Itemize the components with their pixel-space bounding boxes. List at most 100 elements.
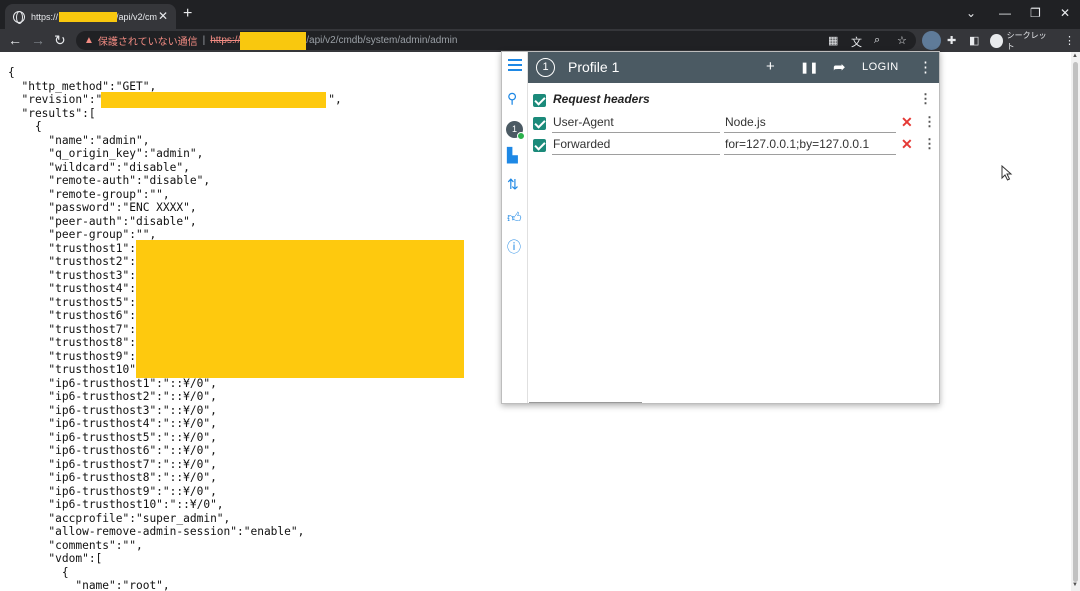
json-line: "ip6-trusthost9":"::¥/0",: [8, 484, 217, 498]
json-line: {: [8, 565, 69, 579]
json-line: "ip6-trusthost2":"::¥/0",: [8, 390, 217, 403]
trusthost-redaction-block: [136, 240, 464, 378]
header-value-field[interactable]: for=127.0.0.1;by=127.0.0.1: [725, 137, 869, 151]
json-line: "http_method":"GET",: [8, 79, 157, 93]
share-button[interactable]: ➦: [833, 58, 846, 76]
sort-icon[interactable]: ⇅: [507, 176, 519, 193]
header-value-field[interactable]: Node.js: [725, 115, 766, 129]
header-row-menu-icon[interactable]: ⋮: [923, 136, 936, 152]
json-line: "results":[: [8, 106, 96, 120]
close-window-button[interactable]: ✕: [1060, 6, 1070, 20]
json-line: "name":"root",: [8, 579, 170, 591]
login-button[interactable]: LOGIN: [862, 61, 899, 73]
not-secure-label[interactable]: 保護されていない通信: [98, 33, 198, 48]
thumbs-up-icon[interactable]: 👍︎: [507, 209, 522, 226]
json-line: "remote-auth":"disable",: [8, 174, 211, 187]
json-line: "name":"admin",: [8, 133, 150, 147]
url-path: /api/v2/cmdb/system/admin/admin: [306, 35, 458, 46]
hamburger-menu-icon[interactable]: [508, 59, 522, 74]
side-panel-icon[interactable]: ◧: [969, 34, 979, 47]
url-scheme: https://: [210, 35, 241, 46]
header-name-field[interactable]: User-Agent: [553, 115, 614, 129]
address-bar[interactable]: ▲ 保護されていない通信 | https:// /api/v2/cmdb/sys…: [76, 31, 916, 50]
header-name-field[interactable]: Forwarded: [553, 137, 610, 151]
json-line: "ip6-trusthost7":"::¥/0",: [8, 457, 217, 471]
json-line: "q_origin_key":"admin",: [8, 147, 204, 160]
value-underline: [724, 132, 896, 133]
reload-icon[interactable]: ↻: [54, 32, 66, 49]
json-line: "allow-remove-admin-session":"enable",: [8, 525, 305, 538]
browser-toolbar: ← → ↻ ▲ 保護されていない通信 | https:// /api/v2/cm…: [0, 29, 1080, 52]
json-line: "password":"ENC XXXX",: [8, 201, 197, 214]
section-title: Request headers: [553, 92, 650, 106]
json-line: "ip6-trusthost4":"::¥/0",: [8, 417, 217, 430]
tab-strip: https:///api/v2/cm ✕ + ⌄ — ❐ ✕: [0, 0, 1080, 29]
request-headers-checkbox[interactable]: [533, 94, 546, 107]
tab-search-icon[interactable]: ⌄: [966, 6, 976, 20]
add-modification-icon[interactable]: ▙: [507, 147, 518, 164]
json-line: "ip6-trusthost8":"::¥/0",: [8, 471, 217, 484]
json-line: "ip6-trusthost1":"::¥/0",: [8, 376, 217, 390]
redaction-block: [240, 31, 307, 50]
search-icon[interactable]: ⚲: [507, 90, 517, 107]
mouse-pointer-icon: [1001, 165, 1013, 181]
scroll-up-arrow-icon[interactable]: ▲: [1072, 53, 1078, 59]
modheader-extension-icon[interactable]: [922, 31, 941, 50]
profile-name[interactable]: Profile 1: [568, 59, 619, 75]
json-line: "ip6-trusthost6":"::¥/0",: [8, 444, 217, 457]
incognito-label: シークレット: [1006, 30, 1047, 51]
address-separator: |: [202, 35, 206, 46]
warning-icon: ▲: [84, 35, 94, 46]
revision-redaction-block: [101, 92, 326, 108]
json-line: "ip6-trusthost3":"::¥/0",: [8, 403, 217, 417]
bookmark-star-icon[interactable]: ☆: [897, 34, 907, 47]
json-line: "ip6-trusthost5":"::¥/0",: [8, 430, 217, 444]
json-line: {: [8, 66, 15, 79]
value-underline: [724, 154, 896, 155]
header-row-checkbox[interactable]: [533, 117, 546, 130]
popup-header: 1 Profile 1 + ❚❚ ➦ LOGIN ⋮: [528, 52, 939, 83]
translate-icon[interactable]: 文: [851, 34, 862, 50]
tab-close-icon[interactable]: ✕: [158, 9, 168, 23]
scrollbar-thumb[interactable]: [1073, 62, 1078, 582]
json-line: "accprofile":"super_admin",: [8, 511, 231, 525]
header-row-menu-icon[interactable]: ⋮: [923, 114, 936, 130]
extensions-puzzle-icon[interactable]: ✚: [947, 34, 956, 47]
incognito-avatar-icon: [990, 33, 1003, 48]
redaction-block: [59, 11, 117, 22]
incognito-profile-chip[interactable]: シークレット: [990, 30, 1050, 51]
qr-code-icon[interactable]: ▦: [828, 34, 838, 47]
pause-button[interactable]: ❚❚: [800, 61, 818, 74]
zoom-icon[interactable]: ⌕: [874, 34, 880, 47]
json-line: "remote-group":"",: [8, 187, 170, 201]
globe-icon: [13, 10, 25, 24]
add-button[interactable]: +: [766, 58, 775, 75]
scroll-down-arrow-icon[interactable]: ▼: [1072, 582, 1078, 588]
new-tab-button[interactable]: +: [183, 5, 192, 23]
popup-sidebar: ⚲ 1 ▙ ⇅ 👍︎ ⓘ: [502, 52, 528, 403]
forward-arrow-icon[interactable]: →: [31, 32, 45, 48]
json-line: "wildcard":"disable",: [8, 160, 190, 174]
json-line: "comments":"",: [8, 538, 143, 552]
restore-button[interactable]: ❐: [1030, 6, 1041, 20]
active-check-icon: [517, 132, 525, 140]
json-line: "vdom":[: [8, 552, 103, 565]
json-line: {: [8, 120, 42, 133]
profile-number-icon[interactable]: 1: [536, 58, 555, 77]
tab-title: https:///api/v2/cm: [31, 11, 158, 22]
json-line: "peer-auth":"disable",: [8, 214, 197, 228]
back-arrow-icon[interactable]: ←: [8, 32, 22, 48]
browser-tab[interactable]: https:///api/v2/cm ✕: [5, 4, 176, 29]
header-row-checkbox[interactable]: [533, 139, 546, 152]
name-underline: [552, 154, 720, 155]
section-menu-icon[interactable]: ⋮: [919, 91, 932, 107]
help-icon[interactable]: ⓘ: [507, 237, 521, 257]
modheader-popup: ⚲ 1 ▙ ⇅ 👍︎ ⓘ 1 Profile 1 + ❚❚ ➦ LOGIN ⋮ …: [501, 51, 940, 404]
minimize-button[interactable]: —: [999, 6, 1011, 20]
header-menu-icon[interactable]: ⋮: [918, 58, 933, 76]
delete-header-icon[interactable]: ✕: [901, 114, 913, 131]
name-underline: [552, 132, 720, 133]
delete-header-icon[interactable]: ✕: [901, 136, 913, 153]
browser-menu-icon[interactable]: ⋮: [1064, 34, 1075, 47]
popup-divider: [529, 402, 642, 403]
